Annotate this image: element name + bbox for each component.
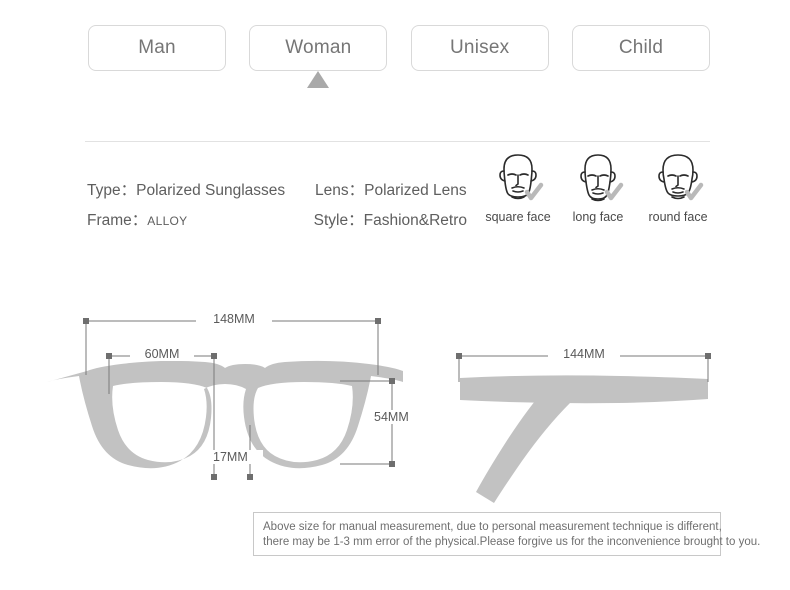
spec-lens: Lens： Polarized Lens: [315, 178, 467, 200]
tab-child-label: Child: [618, 37, 664, 58]
tab-unisex-label: Unisex: [450, 37, 510, 58]
spec-row: Type： Polarized Sunglasses Lens： Polariz…: [87, 178, 467, 208]
spec-frame: Frame： ALLOY: [87, 208, 314, 230]
face-shape-group: square face long face round face: [480, 146, 716, 236]
dimension-lens-height-label: 54MM: [374, 410, 409, 424]
dimension-front-width: [83, 318, 381, 375]
disclaimer-line-2: there may be 1-3 mm error of the physica…: [263, 536, 761, 548]
spec-style: Style： Fashion&Retro: [314, 208, 467, 230]
dimension-lens-width: [106, 353, 217, 480]
spec-row: Frame： ALLOY Style： Fashion&Retro: [87, 208, 467, 238]
check-icon: [524, 182, 544, 201]
dimension-front-width-label: 148MM: [213, 312, 255, 326]
face-long-icon: [567, 146, 629, 208]
face-shape-round: round face: [640, 146, 716, 236]
product-size-chart: Man Woman Unisex Child Type： Polarized S…: [0, 0, 790, 590]
gender-tab-bar: Man Woman Unisex Child: [88, 25, 710, 88]
spec-type-label: Type：: [87, 182, 137, 199]
measurement-disclaimer: Above size for manual measurement, due t…: [253, 512, 761, 556]
dimension-temple-length: [456, 353, 711, 382]
face-shape-long-label: long face: [572, 210, 624, 224]
dimension-lens-height: [340, 378, 395, 467]
tab-child[interactable]: Child: [571, 25, 710, 71]
spec-lens-value: Polarized Lens: [364, 182, 467, 199]
tab-unisex[interactable]: Unisex: [410, 25, 549, 71]
specification-list: Type： Polarized Sunglasses Lens： Polariz…: [87, 178, 467, 238]
dimension-temple-length-label: 144MM: [563, 347, 605, 361]
spec-type: Type： Polarized Sunglasses: [87, 178, 315, 200]
face-round-icon: [647, 146, 709, 208]
dimension-lens-width-label: 60MM: [144, 347, 180, 361]
dimension-bridge-width-label: 17MM: [213, 450, 248, 464]
face-square-icon: [487, 146, 549, 208]
spec-style-value: Fashion&Retro: [363, 212, 467, 229]
spec-lens-label: Lens：: [315, 182, 365, 199]
dimension-bridge-width: [247, 425, 253, 480]
section-divider: [85, 141, 710, 142]
spec-frame-value: ALLOY: [147, 214, 188, 228]
spec-type-value: Polarized Sunglasses: [136, 182, 286, 199]
face-shape-round-label: round face: [648, 210, 708, 224]
spec-frame-label: Frame：: [87, 212, 148, 229]
disclaimer-line-1: Above size for manual measurement, due t…: [263, 521, 722, 533]
size-diagram: 148MM 60MM 54MM 17MM 144MM: [47, 312, 711, 503]
tab-woman[interactable]: Woman: [249, 25, 388, 88]
check-icon: [684, 182, 704, 201]
tab-man[interactable]: Man: [88, 25, 226, 71]
selected-tab-triangle-icon: [307, 71, 330, 88]
face-shape-square-label: square face: [485, 210, 551, 224]
face-shape-square: square face: [480, 146, 556, 236]
tab-man-label: Man: [138, 37, 176, 58]
glasses-front-shape: [47, 360, 403, 469]
spec-style-label: Style：: [313, 212, 364, 229]
face-shape-long: long face: [560, 146, 636, 236]
tab-woman-label: Woman: [285, 37, 352, 58]
glasses-temple-shape: [460, 375, 708, 503]
